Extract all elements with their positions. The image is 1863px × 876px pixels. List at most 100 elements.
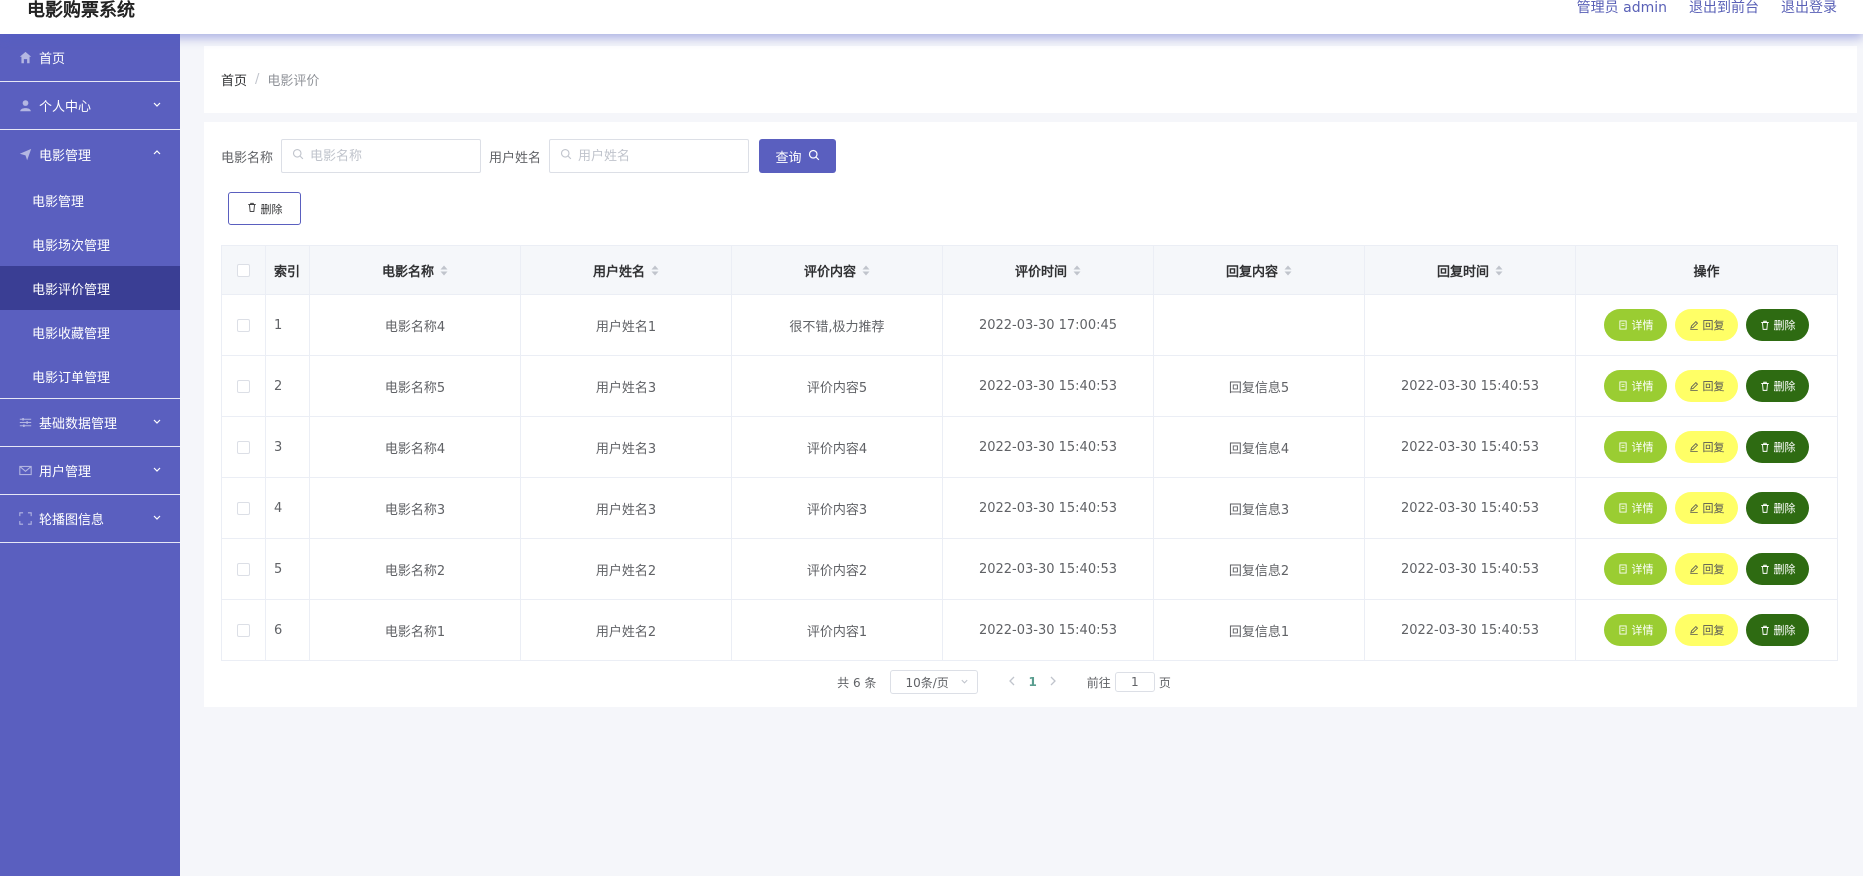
column-header-time[interactable]: 评价时间 xyxy=(942,245,1154,295)
submenu-movie-management[interactable]: 电影管理 xyxy=(0,178,180,222)
delete-button-label: 删除 xyxy=(1773,381,1796,393)
row-checkbox[interactable] xyxy=(237,501,250,515)
reply-button[interactable]: 回复 xyxy=(1675,431,1738,463)
document-icon xyxy=(1618,442,1628,452)
column-header-movie[interactable]: 电影名称 xyxy=(309,245,521,295)
submenu-movie-reviews[interactable]: 电影评价管理 xyxy=(0,266,180,310)
movie-name-input[interactable] xyxy=(310,148,471,164)
column-header-user[interactable]: 用户姓名 xyxy=(520,245,732,295)
document-icon xyxy=(1618,503,1628,513)
sidebar-item-movie-management[interactable]: 电影管理 xyxy=(0,130,180,178)
detail-button[interactable]: 详情 xyxy=(1604,370,1667,402)
reply-button-label: 回复 xyxy=(1702,381,1725,393)
reply-button-label: 回复 xyxy=(1702,625,1725,637)
reply-button[interactable]: 回复 xyxy=(1675,309,1738,341)
cell-review-time: 2022-03-30 15:40:53 xyxy=(942,477,1154,539)
reply-button[interactable]: 回复 xyxy=(1675,370,1738,402)
row-select-cell xyxy=(221,416,266,478)
delete-button-label: 删除 xyxy=(1773,320,1796,332)
user-name-input[interactable] xyxy=(578,148,739,164)
page-size-select[interactable]: 10条/页 xyxy=(890,670,979,694)
cell-actions: 详情 回复 删除 xyxy=(1575,477,1838,539)
chevron-down-icon xyxy=(960,675,969,689)
detail-button[interactable]: 详情 xyxy=(1604,492,1667,524)
breadcrumb-home[interactable]: 首页 xyxy=(221,70,247,89)
sort-icon[interactable] xyxy=(862,265,870,280)
detail-button[interactable]: 详情 xyxy=(1604,431,1667,463)
sort-icon[interactable] xyxy=(1495,265,1503,280)
delete-button[interactable]: 删除 xyxy=(1746,431,1809,463)
row-checkbox[interactable] xyxy=(237,318,250,332)
row-actions: 详情 回复 删除 xyxy=(1576,431,1837,463)
sidebar-item-home[interactable]: 首页 xyxy=(0,34,180,82)
row-checkbox[interactable] xyxy=(237,623,250,637)
document-icon xyxy=(1618,320,1628,330)
exit-to-frontend-link[interactable]: 退出到前台 xyxy=(1689,0,1759,17)
select-all-checkbox[interactable] xyxy=(237,263,250,277)
reply-button[interactable]: 回复 xyxy=(1675,553,1738,585)
chevron-down-icon xyxy=(152,98,162,113)
admin-user-link[interactable]: 管理员 admin xyxy=(1577,0,1667,17)
cell-actions: 详情 回复 删除 xyxy=(1575,294,1838,356)
detail-button[interactable]: 详情 xyxy=(1604,553,1667,585)
sort-icon[interactable] xyxy=(440,265,448,280)
next-page-button[interactable] xyxy=(1049,675,1057,689)
batch-delete-button[interactable]: 删除 xyxy=(228,192,301,225)
cell-movie-name: 电影名称1 xyxy=(309,599,521,661)
submenu-movie-orders[interactable]: 电影订单管理 xyxy=(0,354,180,398)
cell-reply-time xyxy=(1364,294,1576,356)
delete-button[interactable]: 删除 xyxy=(1746,492,1809,524)
movie-name-label: 电影名称 xyxy=(221,150,274,166)
cell-user-name: 用户姓名3 xyxy=(520,477,732,539)
sort-icon[interactable] xyxy=(651,265,659,280)
row-checkbox[interactable] xyxy=(237,562,250,576)
delete-button[interactable]: 删除 xyxy=(1746,370,1809,402)
column-header-label: 电影名称 xyxy=(381,264,434,280)
delete-button[interactable]: 删除 xyxy=(1746,309,1809,341)
delete-button[interactable]: 删除 xyxy=(1746,614,1809,646)
cell-reply-content: 回复信息5 xyxy=(1153,355,1365,417)
detail-button[interactable]: 详情 xyxy=(1604,309,1667,341)
sidebar-item-label: 基础数据管理 xyxy=(39,417,118,432)
cell-reply-time: 2022-03-30 15:40:53 xyxy=(1364,477,1576,539)
document-icon xyxy=(1618,564,1628,574)
sidebar-item-carousel[interactable]: 轮播图信息 xyxy=(0,495,180,543)
table-row: 3 电影名称4 用户姓名3 评价内容4 2022-03-30 15:40:53 回复信息4… xyxy=(221,416,1838,478)
column-header-reply-time[interactable]: 回复时间 xyxy=(1364,245,1576,295)
search-icon xyxy=(808,149,820,164)
sort-icon[interactable] xyxy=(1073,265,1081,280)
column-header-reply[interactable]: 回复内容 xyxy=(1153,245,1365,295)
cell-reply-content: 回复信息4 xyxy=(1153,416,1365,478)
movie-name-input-wrapper xyxy=(281,139,482,173)
row-checkbox[interactable] xyxy=(237,440,250,454)
logout-link[interactable]: 退出登录 xyxy=(1781,0,1837,17)
detail-button[interactable]: 详情 xyxy=(1604,614,1667,646)
reply-button[interactable]: 回复 xyxy=(1675,492,1738,524)
edit-icon xyxy=(1689,442,1699,452)
column-header-content[interactable]: 评价内容 xyxy=(731,245,943,295)
sidebar-item-users[interactable]: 用户管理 xyxy=(0,447,180,495)
trash-icon xyxy=(1760,564,1770,574)
delete-button[interactable]: 删除 xyxy=(1746,553,1809,585)
page-number-current[interactable]: 1 xyxy=(1028,675,1036,689)
edit-icon xyxy=(1689,381,1699,391)
sort-icon[interactable] xyxy=(1284,265,1292,280)
reply-button-label: 回复 xyxy=(1702,320,1725,332)
cell-review-time: 2022-03-30 15:40:53 xyxy=(942,355,1154,417)
trash-icon xyxy=(247,202,257,215)
cell-reply-time: 2022-03-30 15:40:53 xyxy=(1364,538,1576,600)
submenu-movie-favorites[interactable]: 电影收藏管理 xyxy=(0,310,180,354)
detail-button-label: 详情 xyxy=(1631,442,1654,454)
prev-page-button[interactable] xyxy=(1008,675,1016,689)
sidebar-item-basic-data[interactable]: 基础数据管理 xyxy=(0,399,180,447)
document-icon xyxy=(1618,381,1628,391)
query-button[interactable]: 查询 xyxy=(759,139,837,173)
cell-review-time: 2022-03-30 15:40:53 xyxy=(942,538,1154,600)
row-checkbox[interactable] xyxy=(237,379,250,393)
table-row: 2 电影名称5 用户姓名3 评价内容5 2022-03-30 15:40:53 回复信息5… xyxy=(221,355,1838,417)
submenu-movie-sessions[interactable]: 电影场次管理 xyxy=(0,222,180,266)
reply-button[interactable]: 回复 xyxy=(1675,614,1738,646)
sidebar-item-profile[interactable]: 个人中心 xyxy=(0,82,180,130)
batch-delete-label: 删除 xyxy=(260,203,283,216)
goto-page-input[interactable] xyxy=(1114,672,1155,692)
